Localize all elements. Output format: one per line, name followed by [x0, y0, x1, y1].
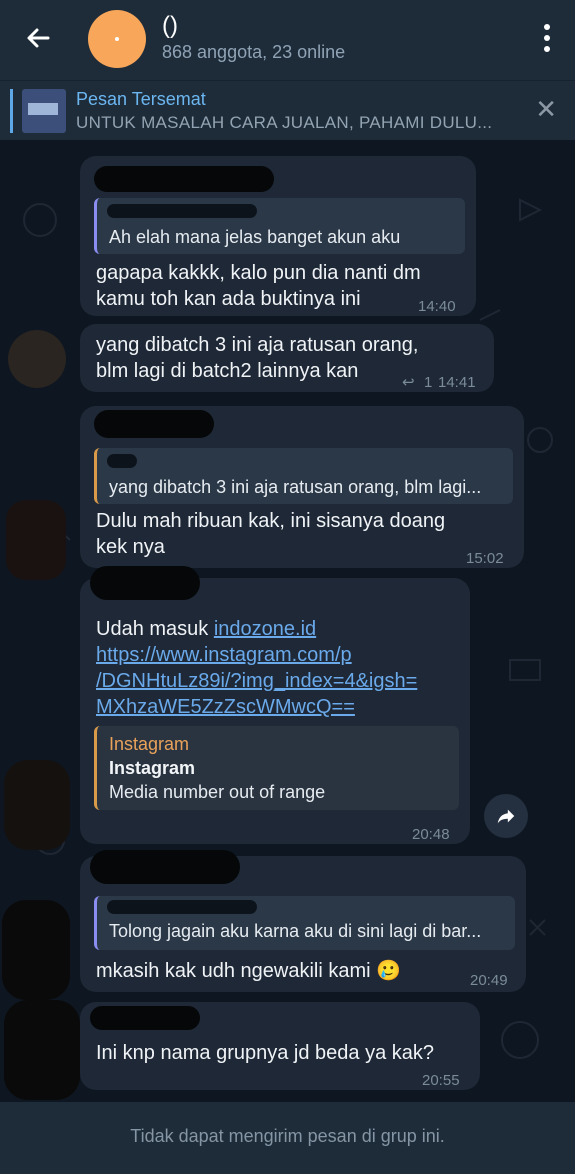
preview-site: Instagram: [109, 734, 190, 754]
link-instagram[interactable]: https://www.instagram.com/p: [96, 642, 352, 668]
message-list[interactable]: Ah elah mana jelas banget akun aku gapap…: [0, 140, 575, 1102]
message-text: Dulu mah ribuan kak, ini sisanya doang: [96, 510, 446, 532]
pinned-thumbnail: [22, 89, 66, 133]
avatar[interactable]: [4, 760, 70, 850]
message-bubble[interactable]: Tolong jagain aku karna aku di sini lagi…: [80, 850, 526, 992]
pinned-text: UNTUK MASALAH CARA JUALAN, PAHAMI DULU..…: [76, 113, 493, 132]
reply-count: 1: [424, 374, 433, 391]
redacted-name: [90, 1006, 200, 1030]
chat-header: () 868 anggota, 23 online: [0, 0, 575, 80]
redacted-name: [94, 166, 274, 192]
link-preview[interactable]: Instagram Instagram Media number out of …: [94, 726, 459, 810]
message-time: 14:40: [418, 298, 456, 315]
reply-quote[interactable]: Ah elah mana jelas banget akun aku: [94, 198, 465, 254]
pinned-message[interactable]: Pesan Tersemat UNTUK MASALAH CARA JUALAN…: [0, 80, 575, 141]
message-bubble[interactable]: Ah elah mana jelas banget akun aku gapap…: [80, 156, 476, 316]
avatar[interactable]: [2, 900, 70, 1000]
message-time: 14:41: [438, 374, 476, 391]
back-arrow-icon[interactable]: [22, 22, 54, 54]
reply-text: yang dibatch 3 ini aja ratusan orang, bl…: [109, 477, 482, 497]
redacted-reply-name: [107, 454, 137, 468]
message-text: Udah masuk: [96, 618, 214, 640]
composer-disabled-bar: Tidak dapat mengirim pesan di grup ini.: [0, 1102, 575, 1174]
link-instagram[interactable]: MXhzaWE5ZzZscWMwcQ==: [96, 694, 355, 720]
close-icon[interactable]: ✕: [535, 95, 557, 123]
redacted-name: [90, 566, 200, 600]
reply-text: Tolong jagain aku karna aku di sini lagi…: [109, 921, 482, 941]
redacted-reply-name: [107, 204, 257, 218]
message-bubble[interactable]: yang dibatch 3 ini aja ratusan orang, bl…: [80, 324, 494, 392]
message-bubble[interactable]: yang dibatch 3 ini aja ratusan orang, bl…: [80, 406, 524, 568]
more-vert-icon[interactable]: [543, 24, 551, 52]
preview-description: Media number out of range: [109, 782, 326, 802]
avatar[interactable]: [4, 1000, 80, 1100]
pinned-title: Pesan Tersemat: [76, 89, 206, 109]
reply-quote[interactable]: yang dibatch 3 ini aja ratusan orang, bl…: [94, 448, 513, 504]
message-bubble[interactable]: Ini knp nama grupnya jd beda ya kak? 20:…: [80, 1002, 480, 1090]
message-text: Ini knp nama grupnya jd beda ya kak?: [96, 1042, 434, 1064]
message-text: kamu toh kan ada buktinya ini: [96, 288, 361, 310]
link-indozone[interactable]: indozone.id: [214, 618, 316, 640]
message-time: 20:49: [470, 972, 508, 989]
message-text: yang dibatch 3 ini aja ratusan orang,: [96, 334, 419, 356]
redacted-reply-name: [107, 900, 257, 914]
message-text: kek nya: [96, 536, 165, 558]
reply-text: Ah elah mana jelas banget akun aku: [109, 227, 401, 247]
group-subtitle: 868 anggota, 23 online: [162, 42, 346, 62]
message-time: 15:02: [466, 550, 504, 567]
redacted-name: [94, 410, 214, 438]
avatar[interactable]: [6, 500, 66, 580]
share-icon[interactable]: [484, 794, 528, 838]
message-time: 20:48: [412, 826, 450, 843]
group-avatar[interactable]: [88, 10, 146, 68]
message-text: blm lagi di batch2 lainnya kan: [96, 360, 359, 382]
message-text: gapapa kakkk, kalo pun dia nanti dm: [96, 262, 421, 284]
avatar[interactable]: [8, 330, 66, 388]
reply-quote[interactable]: Tolong jagain aku karna aku di sini lagi…: [94, 896, 515, 950]
preview-title: Instagram: [109, 758, 196, 778]
group-title[interactable]: (): [162, 12, 178, 40]
redacted-name: [90, 850, 240, 884]
cannot-send-notice: Tidak dapat mengirim pesan di grup ini.: [130, 1126, 445, 1146]
link-instagram[interactable]: /DGNHtuLz89i/?img_index=4&igsh=: [96, 668, 417, 694]
message-text: mkasih kak udh ngewakili kami 🥲: [96, 960, 402, 982]
reply-arrow-icon[interactable]: ↩: [402, 370, 415, 396]
message-time: 20:55: [422, 1072, 460, 1089]
pinned-indicator: [10, 89, 13, 133]
